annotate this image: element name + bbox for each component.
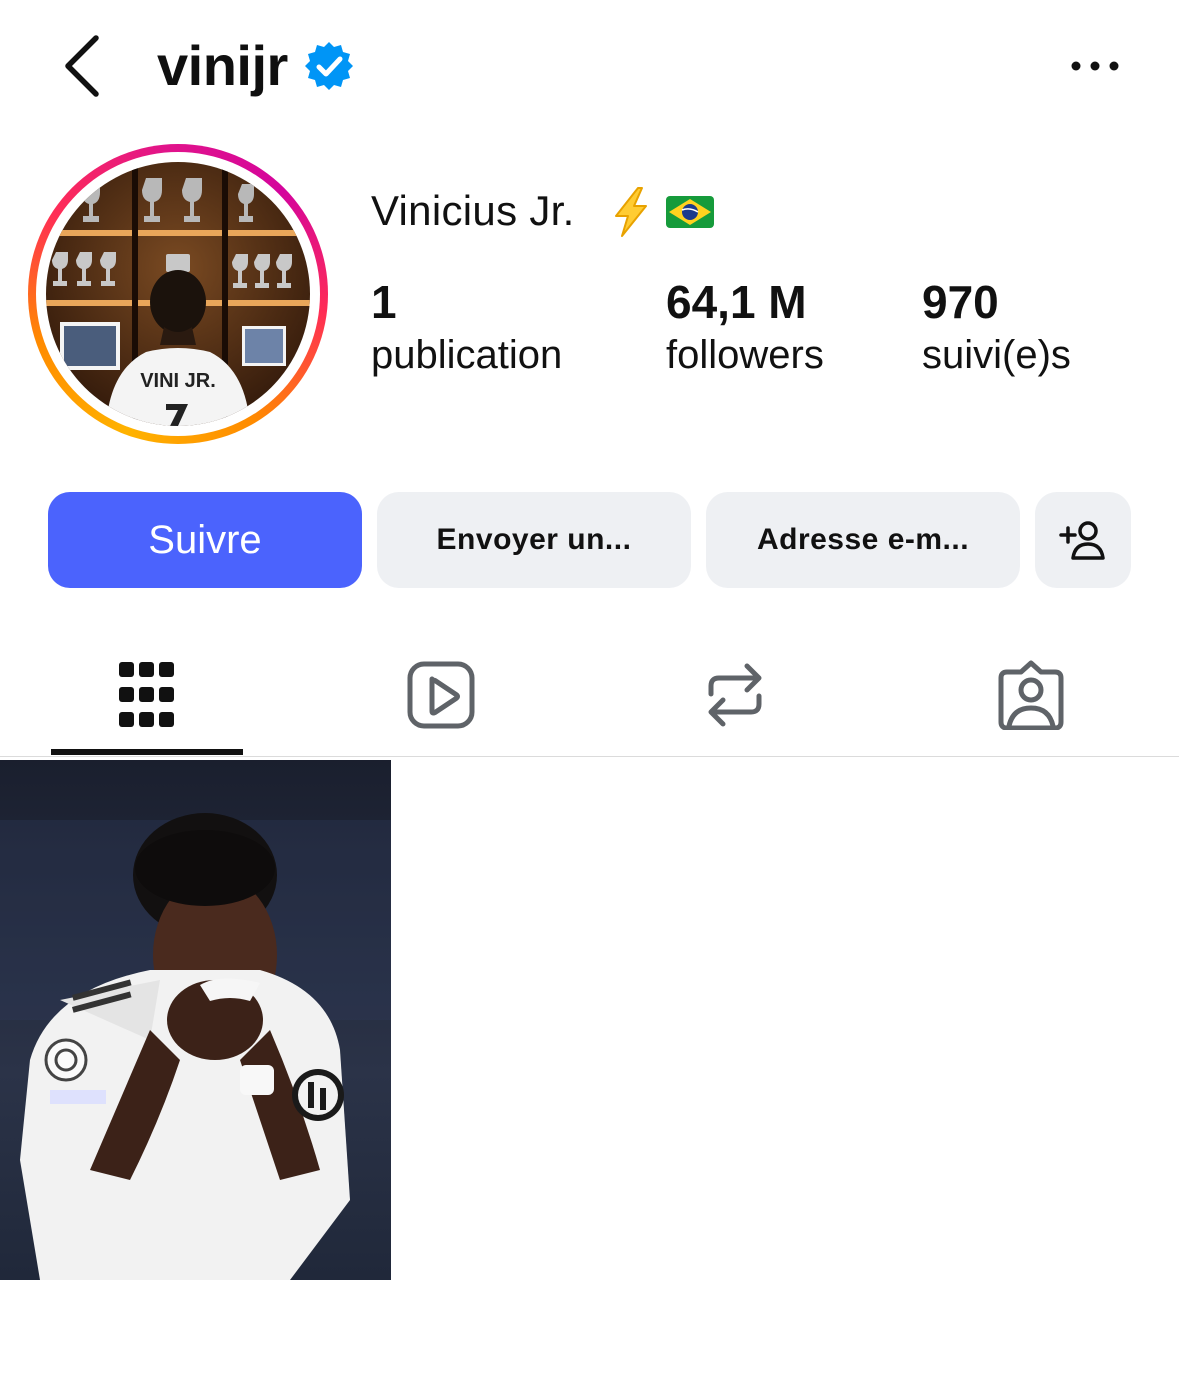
stat-posts-label: publication (371, 333, 563, 377)
stat-following-value: 970 (922, 276, 999, 328)
tab-grid[interactable] (52, 640, 242, 750)
tagged-icon (998, 660, 1064, 730)
tab-reels[interactable] (346, 640, 536, 750)
stat-following[interactable]: 970 suivi(e)s (922, 274, 1071, 380)
verified-badge-icon (303, 40, 355, 92)
repost-icon (708, 663, 762, 727)
add-user-icon (1059, 521, 1105, 560)
brazil-flag-emoji (666, 196, 714, 228)
name-emojis (608, 184, 718, 240)
post-image (0, 760, 391, 1280)
suggest-users-button[interactable] (1035, 492, 1131, 588)
stat-posts-value: 1 (371, 276, 397, 328)
profile-username: vinijr (157, 34, 288, 97)
stat-followers-label: followers (666, 333, 824, 377)
stat-followers[interactable]: 64,1 M followers (666, 274, 824, 380)
avatar-jersey-text: VINI JR. (140, 370, 216, 392)
avatar[interactable]: VINI JR. (46, 162, 310, 426)
email-button[interactable]: Adresse e-m... (706, 492, 1020, 588)
more-options-button[interactable] (1066, 46, 1124, 86)
tab-divider (0, 756, 1179, 757)
tab-tagged[interactable] (936, 640, 1126, 750)
more-horizontal-icon (1071, 61, 1119, 71)
chevron-left-icon (65, 35, 99, 97)
grid-icon (119, 662, 174, 727)
display-name: Vinicius Jr. (371, 187, 575, 234)
stat-posts[interactable]: 1 publication (371, 274, 562, 380)
post-thumbnail[interactable] (0, 760, 391, 1280)
stat-following-label: suivi(e)s (922, 333, 1071, 377)
lightning-emoji (615, 187, 647, 237)
reels-icon (407, 661, 475, 729)
message-button[interactable]: Envoyer un... (377, 492, 691, 588)
active-tab-indicator (51, 749, 243, 755)
follow-button[interactable]: Suivre (48, 492, 362, 588)
back-button[interactable] (52, 30, 112, 102)
stat-followers-value: 64,1 M (666, 276, 807, 328)
tab-reposts[interactable] (640, 640, 830, 750)
avatar-image: VINI JR. (46, 162, 310, 426)
